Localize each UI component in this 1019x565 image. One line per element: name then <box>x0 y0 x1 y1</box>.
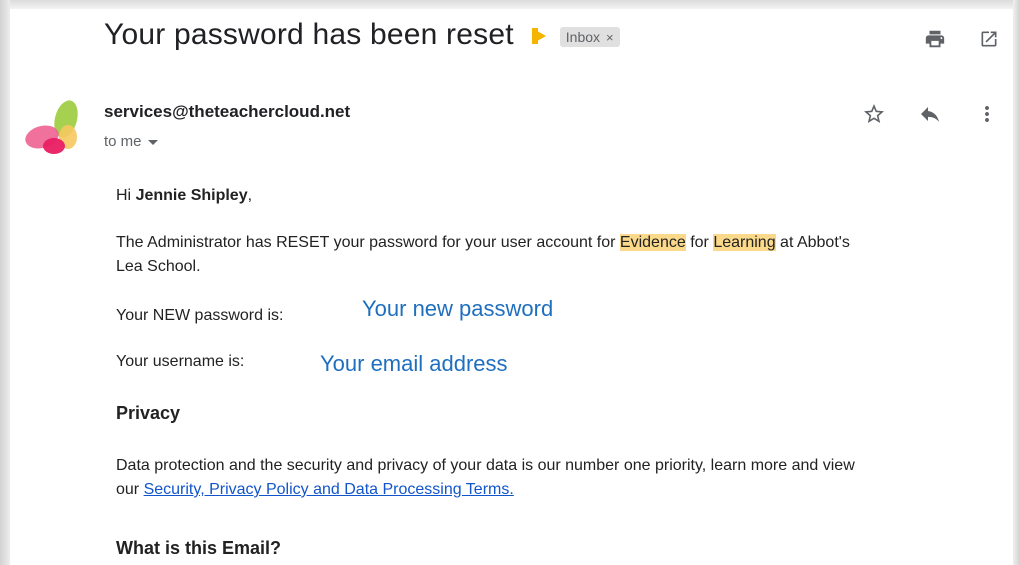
para1-line2: Lea School. <box>116 258 201 275</box>
star-icon[interactable] <box>860 100 888 128</box>
recipient-toggle[interactable]: to me <box>104 133 158 150</box>
privacy-paragraph: Data protection and the security and pri… <box>116 454 996 502</box>
recipient-label: to me <box>104 133 142 150</box>
para1-text-c: at Abbot's <box>775 234 850 251</box>
greeting-suffix: , <box>247 187 253 204</box>
reset-paragraph: The Administrator has RESET your passwor… <box>116 231 976 279</box>
remove-label-button[interactable]: × <box>606 30 614 45</box>
highlight-evidence: Evidence <box>619 234 686 251</box>
what-is-this-email-heading: What is this Email? <box>116 538 282 558</box>
privacy-line1: Data protection and the security and pri… <box>116 457 855 474</box>
sender-avatar <box>25 100 78 154</box>
highlight-learning: Learning <box>713 234 776 251</box>
open-in-new-window-icon[interactable] <box>976 26 1002 52</box>
privacy-heading: Privacy <box>116 403 181 423</box>
privacy-line2-prefix: our <box>116 481 144 498</box>
inbox-label-chip[interactable]: Inbox × <box>559 27 620 47</box>
window-frame-top <box>0 0 1019 9</box>
email-subject-bar: Your password has been reset Inbox × <box>104 18 620 52</box>
importance-marker-icon[interactable] <box>531 28 546 44</box>
window-frame-left <box>0 0 10 565</box>
chevron-down-icon <box>147 140 158 145</box>
reply-icon[interactable] <box>916 100 944 128</box>
more-vertical-icon[interactable] <box>973 100 1001 128</box>
new-password-label: Your NEW password is: <box>116 307 284 324</box>
window-frame-right <box>1013 0 1019 565</box>
new-password-overlay: Your new password <box>362 296 554 321</box>
email-address-overlay: Your email address <box>320 351 508 376</box>
greeting: Hi Jennie Shipley, <box>116 184 252 208</box>
label-text: Inbox <box>565 29 601 45</box>
para1-text-b: for <box>685 234 714 251</box>
print-icon[interactable] <box>922 26 948 52</box>
privacy-policy-link[interactable]: Security, Privacy Policy and Data Proces… <box>144 481 514 498</box>
greeting-prefix: Hi <box>116 187 136 204</box>
para1-text-a: The Administrator has RESET your passwor… <box>116 234 620 251</box>
username-label: Your username is: <box>116 353 245 370</box>
sender-email[interactable]: services@theteachercloud.net <box>104 102 350 122</box>
email-subject: Your password has been reset <box>104 18 514 51</box>
recipient-name: Jennie Shipley <box>135 187 248 204</box>
